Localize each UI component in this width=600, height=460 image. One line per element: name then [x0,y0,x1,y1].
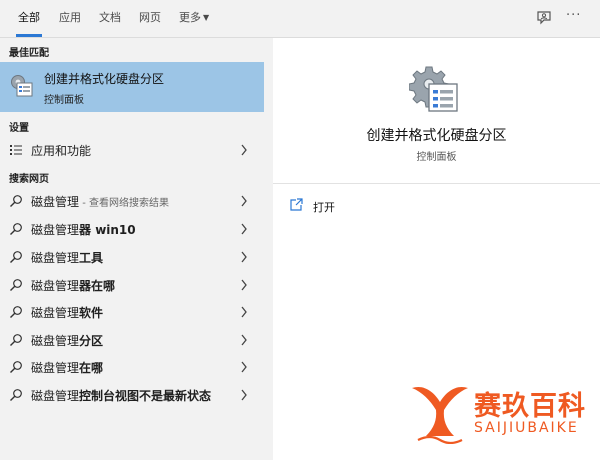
settings-item-apps-features[interactable]: 应用和功能 [0,137,264,164]
chevron-right-icon[interactable] [240,144,248,156]
web-result-item[interactable]: 磁盘管理器在哪 [0,272,264,299]
section-best-match: 最佳匹配 [9,48,49,59]
watermark-name: 赛玖百科 [474,391,586,422]
watermark: 赛玖百科 SAIJIUBAIKE [410,378,596,450]
chevron-right-icon[interactable] [240,306,248,318]
section-settings: 设置 [9,123,29,134]
web-result-item[interactable]: 磁盘管理分区 [0,327,264,354]
feedback-person-icon[interactable] [535,9,553,27]
search-tab-bar: 全部 应用 文档 网页 更多 ▼ ··· [0,0,600,38]
section-web-search: 搜索网页 [9,174,49,185]
web-result-item[interactable]: 磁盘管理器 win10 [0,216,264,243]
settings-item-label: 应用和功能 [31,144,92,158]
search-icon [10,306,22,318]
chevron-down-icon: ▼ [203,13,210,22]
tab-all-label: 全部 [18,11,40,24]
web-result-item[interactable]: 磁盘管理控制台视图不是最新状态 [0,382,264,409]
best-match-item[interactable]: 创建并格式化硬盘分区 控制面板 [0,62,264,112]
list-icon [10,145,22,155]
search-icon [10,279,22,291]
web-result-label: 磁盘管理控制台视图不是最新状态 [31,389,212,403]
web-result-item[interactable]: 磁盘管理软件 [0,299,264,326]
search-icon [10,389,22,401]
chevron-right-icon[interactable] [240,251,248,263]
tab-web[interactable]: 网页 [139,0,161,36]
web-result-item[interactable]: 磁盘管理工具 [0,244,264,271]
chevron-right-icon[interactable] [240,279,248,291]
web-result-label: 磁盘管理器 win10 [31,223,136,237]
tab-more[interactable]: 更多 ▼ [179,0,209,36]
disk-management-large-icon [409,66,458,112]
chevron-right-icon[interactable] [240,195,248,207]
tab-apps[interactable]: 应用 [59,0,81,36]
preview-subtitle: 控制面板 [416,152,457,163]
web-result-label: 磁盘管理 - 查看网络搜索结果 [31,195,169,209]
web-result-label: 磁盘管理分区 [31,334,104,348]
web-result-label: 磁盘管理软件 [31,306,104,320]
tab-web-label: 网页 [139,11,161,24]
chevron-right-icon[interactable] [240,389,248,401]
web-result-label: 磁盘管理在哪 [31,361,104,375]
tab-all[interactable]: 全部 [16,0,42,37]
search-icon [10,361,22,373]
whale-tail-logo-icon [412,386,468,444]
chevron-right-icon[interactable] [240,334,248,346]
chevron-right-icon[interactable] [240,361,248,373]
tab-documents[interactable]: 文档 [99,0,121,36]
best-match-title: 创建并格式化硬盘分区 [44,72,165,86]
open-icon [290,198,303,211]
search-icon [10,223,22,235]
search-icon [10,334,22,346]
preview-title: 创建并格式化硬盘分区 [366,128,507,144]
web-result-item[interactable]: 磁盘管理在哪 [0,354,264,381]
more-options-button[interactable]: ··· [566,8,581,23]
web-result-item[interactable]: 磁盘管理 - 查看网络搜索结果 [0,188,264,215]
tab-apps-label: 应用 [59,11,81,24]
open-action-label: 打开 [313,201,335,214]
disk-management-icon [11,75,33,97]
search-icon [10,195,22,207]
web-result-label: 磁盘管理器在哪 [31,279,116,293]
web-result-label: 磁盘管理工具 [31,251,104,265]
tab-documents-label: 文档 [99,11,121,24]
watermark-pinyin: SAIJIUBAIKE [474,420,579,436]
chevron-right-icon[interactable] [240,223,248,235]
results-list: 最佳匹配 创建并格式化硬盘分区 控制面板 设置 应用和功能 搜索网页 磁盘管理 … [0,38,264,460]
tab-more-label: 更多 [179,11,201,24]
preview-header: 创建并格式化硬盘分区 控制面板 [273,38,600,184]
search-icon [10,251,22,263]
best-match-subtitle: 控制面板 [44,95,84,106]
